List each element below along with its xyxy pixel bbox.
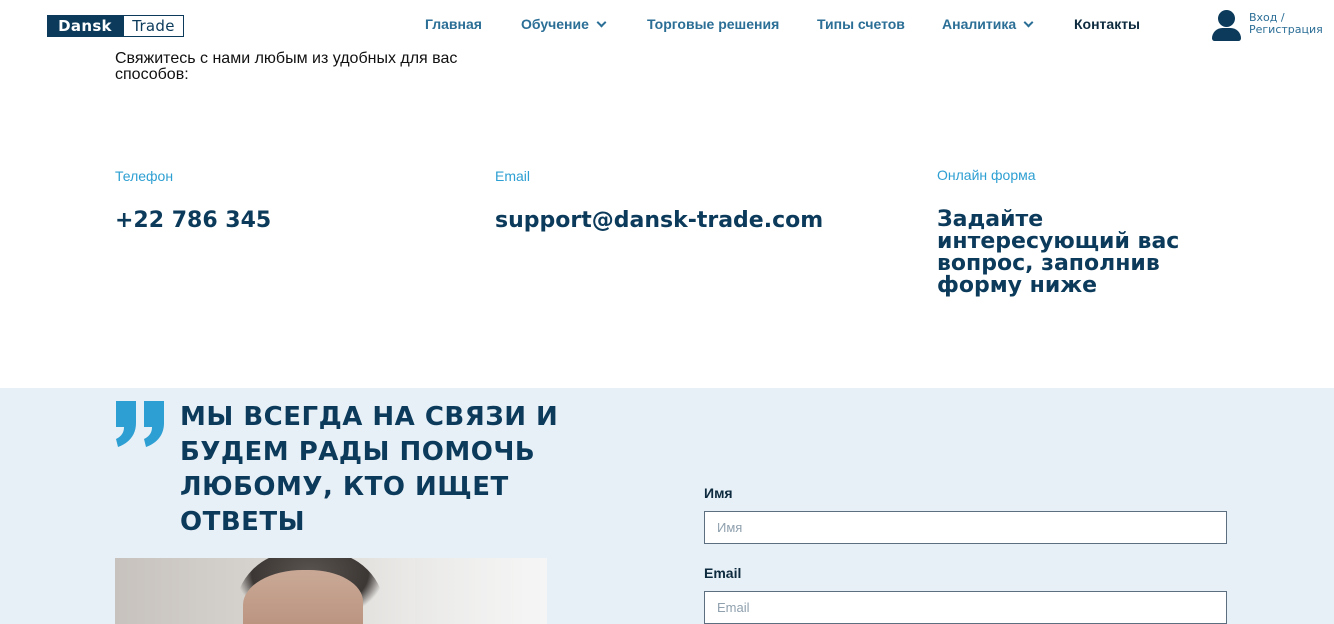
nav-item-label: Главная (425, 16, 482, 32)
phone-label: Телефон (115, 168, 174, 184)
nav-item-label: Контакты (1074, 16, 1141, 32)
online-form-text: Задайте интересующий вас вопрос, заполни… (937, 207, 1180, 298)
support-person-photo (115, 558, 547, 624)
phone-value[interactable]: +22 786 345 (115, 210, 271, 232)
nav-item-education[interactable]: Обучение (521, 16, 607, 32)
name-input[interactable] (704, 511, 1227, 544)
logo-part-dansk: Dansk (47, 15, 123, 37)
contact-section: МЫ ВСЕГДА НА СВЯЗИ И БУДЕМ РАДЫ ПОМОЧЬ Л… (0, 388, 1334, 624)
logo-part-trade: Trade (123, 15, 184, 37)
user-icon (1211, 10, 1242, 41)
nav-item-label: Типы счетов (817, 16, 905, 32)
nav-item-label: Аналитика (942, 16, 1017, 32)
login-register-link[interactable]: Вход / Регистрация (1211, 10, 1323, 41)
nav-item-trading-solutions[interactable]: Торговые решения (647, 16, 779, 32)
email-field-label: Email (704, 565, 742, 581)
section-headline: МЫ ВСЕГДА НА СВЯЗИ И БУДЕМ РАДЫ ПОМОЧЬ Л… (180, 402, 559, 537)
chevron-down-icon (1023, 17, 1034, 27)
nav-item-contacts[interactable]: Контакты (1074, 16, 1140, 32)
email-value[interactable]: support@dansk-trade.com (495, 210, 823, 232)
online-form-label: Онлайн форма (937, 167, 1036, 183)
chevron-down-icon (596, 17, 607, 27)
nav-item-home[interactable]: Главная (425, 16, 482, 32)
nav-item-label: Обучение (521, 16, 589, 32)
register-line: Регистрация (1249, 23, 1323, 36)
login-text: Вход / Регистрация (1249, 12, 1323, 36)
nav-item-analytics[interactable]: Аналитика (942, 16, 1034, 32)
nav-item-label: Торговые решения (647, 16, 780, 32)
intro-text: Свяжитесь с нами любым из удобных для ва… (115, 50, 458, 83)
email-label: Email (495, 168, 531, 184)
site-logo[interactable]: Dansk Trade (47, 15, 184, 37)
email-input[interactable] (704, 591, 1227, 624)
quote-icon (116, 401, 164, 447)
nav-item-account-types[interactable]: Типы счетов (817, 16, 905, 32)
name-field-label: Имя (704, 485, 733, 501)
